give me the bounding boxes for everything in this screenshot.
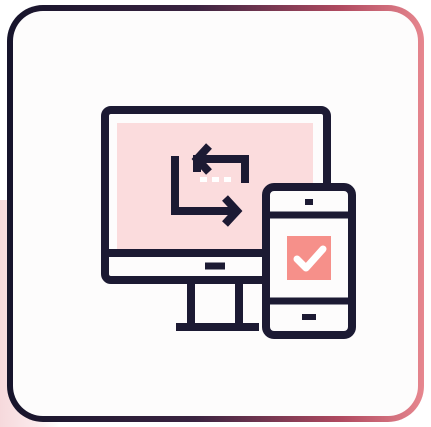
desktop-mobile-sync-icon (101, 106, 356, 339)
app-icon-tile (0, 0, 431, 427)
icon-frame-inner (13, 11, 418, 416)
sync-dots (200, 177, 231, 182)
check-box (287, 236, 331, 280)
icon-frame[interactable] (7, 5, 424, 422)
